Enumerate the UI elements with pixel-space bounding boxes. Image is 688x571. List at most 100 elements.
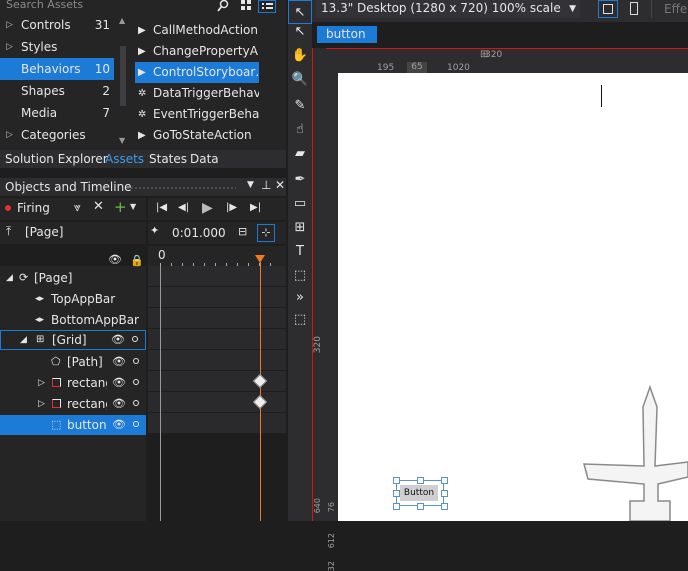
portrait-icon[interactable]	[624, 0, 644, 18]
button-tool-icon[interactable]: ⬚	[288, 308, 312, 332]
expand-arrow-icon[interactable]: ▷	[6, 124, 13, 146]
resize-handle[interactable]	[441, 477, 448, 484]
text-tool-icon[interactable]: T	[288, 240, 312, 264]
collapse-arrow-icon[interactable]: ◢	[6, 268, 13, 288]
drag-grip[interactable]	[126, 186, 236, 190]
grid-view-icon[interactable]	[240, 0, 254, 12]
tab-solution-explorer[interactable]: Solution Explorer	[5, 150, 108, 168]
tree-item-topappbar[interactable]: ◂▸ TopAppBar	[0, 289, 146, 309]
scroll-down-icon[interactable]: ▼	[119, 136, 125, 145]
storyboard-name[interactable]: Firing	[17, 201, 50, 215]
track-row[interactable]	[148, 329, 286, 350]
pan-tool-icon[interactable]: ✋	[288, 44, 312, 68]
expand-arrow-icon[interactable]: ▷	[38, 373, 45, 393]
tab-data[interactable]: Data	[190, 150, 219, 168]
easing-icon[interactable]: ⊟	[238, 225, 247, 238]
tree-item-grid[interactable]: ◢ ⊞ [Grid] 👁	[0, 330, 146, 350]
tab-states[interactable]: States	[149, 150, 187, 168]
asset-item[interactable]: ✲ DataTriggerBehav…	[135, 83, 259, 104]
collapse-icon[interactable]: ⩔	[74, 200, 81, 215]
category-styles[interactable]: ▷ Styles	[0, 36, 114, 58]
gradient-tool-icon[interactable]: ▰	[288, 142, 312, 166]
play-icon[interactable]: ▶	[202, 200, 213, 216]
scroll-thumb[interactable]	[120, 46, 126, 106]
track-row[interactable]	[148, 308, 286, 329]
rectangle-tool-icon[interactable]: ▭	[288, 192, 312, 216]
direct-selection-tool-icon[interactable]: ↖	[288, 20, 312, 44]
lock-dot-icon[interactable]	[133, 358, 139, 364]
control-tool-icon[interactable]: ⬚	[288, 264, 312, 288]
resize-handle[interactable]	[441, 490, 448, 497]
asset-item[interactable]: ✲ EventTriggerBeha…	[135, 104, 259, 125]
close-icon[interactable]: ✕	[275, 178, 285, 192]
track-row[interactable]	[148, 350, 286, 371]
lock-dot-icon[interactable]	[133, 379, 139, 385]
scope-up-icon[interactable]: ⤒	[6, 224, 11, 239]
device-selector[interactable]: 13.3" Desktop (1280 x 720) 100% scale ▼	[316, 0, 580, 18]
track-row[interactable]	[148, 287, 286, 308]
effects-label[interactable]: Effe	[664, 2, 687, 16]
lock-icon[interactable]: 🔒	[130, 254, 144, 267]
last-frame-icon[interactable]: ▶|	[250, 202, 261, 213]
resize-handle[interactable]	[417, 477, 424, 484]
asset-item[interactable]: ▶ GoToStateAction	[135, 125, 259, 146]
visibility-eye-icon[interactable]: 👁	[111, 330, 125, 350]
scope-row[interactable]: ⤒ [Page]	[0, 222, 146, 244]
visibility-eye-icon[interactable]: 👁	[108, 253, 122, 266]
design-canvas[interactable]: Button	[338, 73, 688, 521]
resize-handle[interactable]	[441, 503, 448, 510]
element-badge[interactable]: button ▼	[317, 26, 377, 57]
tree-item-page[interactable]: ◢ ⟳ [Page]	[0, 268, 146, 288]
close-storyboard-icon[interactable]: ✕	[93, 199, 104, 214]
visibility-eye-icon[interactable]: 👁	[112, 373, 126, 393]
category-behaviors[interactable]: Behaviors 10	[0, 58, 114, 80]
landscape-icon[interactable]	[598, 0, 618, 18]
record-keyframe-icon[interactable]: ✦	[150, 224, 159, 237]
timeline-ruler[interactable]: 0	[148, 246, 286, 266]
storyboard-menu-icon[interactable]: ▼	[130, 202, 136, 211]
collapse-arrow-icon[interactable]: ◢	[20, 330, 27, 350]
eyedropper-tool-icon[interactable]: ✎	[288, 94, 312, 118]
lock-dot-icon[interactable]	[132, 336, 138, 342]
list-view-icon[interactable]	[258, 0, 276, 13]
category-shapes[interactable]: Shapes 2	[0, 80, 114, 102]
zoom-tool-icon[interactable]: 🔍	[288, 68, 312, 92]
category-controls[interactable]: ▷ Controls 31	[0, 14, 114, 36]
track-row[interactable]	[148, 266, 286, 287]
pin-icon[interactable]: ⊥	[261, 178, 271, 192]
next-frame-icon[interactable]: |▶	[226, 202, 237, 213]
layout-tool-icon[interactable]: ⊞	[288, 216, 312, 240]
tree-item-button[interactable]: ⬚ button 👁	[0, 415, 146, 435]
tree-item-bottomappbar[interactable]: ◂▸ BottomAppBar	[0, 310, 146, 330]
lock-dot-icon[interactable]	[133, 400, 139, 406]
dropdown-icon[interactable]: ▼	[247, 180, 254, 190]
paint-bucket-tool-icon[interactable]: ☝	[288, 118, 312, 142]
assets-expander-icon[interactable]: »	[288, 286, 312, 310]
visibility-eye-icon[interactable]: 👁	[112, 394, 126, 414]
assets-scrollbar[interactable]: ▲ ▼	[118, 16, 128, 146]
asset-item[interactable]: ▶ CallMethodAction	[135, 20, 259, 41]
visibility-eye-icon[interactable]: 👁	[112, 352, 126, 372]
tree-item-rectangle[interactable]: ▷ rectang 👁	[0, 394, 146, 414]
resize-handle[interactable]	[393, 477, 400, 484]
tree-item-rectangle[interactable]: ▷ rectang 👁	[0, 373, 146, 393]
tree-item-path[interactable]: ⬠ [Path] 👁	[0, 352, 146, 372]
chevron-down-icon[interactable]: ▼	[569, 1, 576, 17]
visibility-eye-icon[interactable]: 👁	[112, 415, 126, 435]
category-categories[interactable]: ▷ Categories	[0, 124, 114, 146]
lock-dot-icon[interactable]	[133, 421, 139, 427]
expand-arrow-icon[interactable]: ▷	[6, 14, 13, 36]
playhead-line[interactable]	[260, 262, 261, 521]
pen-tool-icon[interactable]: ✒	[288, 168, 312, 192]
airplane-path[interactable]	[578, 383, 688, 521]
resize-handle[interactable]	[393, 503, 400, 510]
scroll-up-icon[interactable]: ▲	[119, 16, 125, 25]
expand-arrow-icon[interactable]: ▷	[38, 394, 45, 414]
new-storyboard-icon[interactable]: +	[114, 198, 127, 216]
button-element[interactable]: Button	[400, 485, 438, 501]
track-row[interactable]	[148, 413, 286, 434]
tab-assets[interactable]: Assets	[105, 150, 144, 168]
search-icon[interactable]	[216, 0, 232, 12]
resize-handle[interactable]	[393, 490, 400, 497]
previous-frame-icon[interactable]: ◀|	[178, 202, 189, 213]
